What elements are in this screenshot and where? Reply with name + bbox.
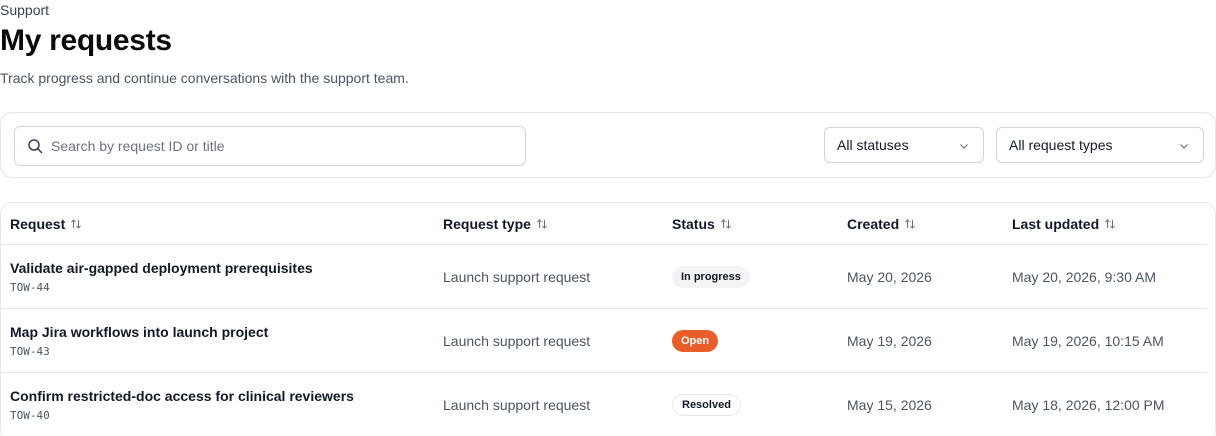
created-date: May 20, 2026 bbox=[847, 269, 932, 285]
request-id: TOW-44 bbox=[10, 281, 50, 294]
column-header-last-updated[interactable]: Last updated bbox=[1012, 216, 1116, 232]
table-row[interactable]: Map Jira workflows into launch project T… bbox=[1, 309, 1206, 373]
table-row[interactable]: Validate air-gapped deployment prerequis… bbox=[1, 245, 1206, 309]
request-type-filter-value: All request types bbox=[1009, 137, 1113, 153]
sort-icon bbox=[905, 219, 915, 229]
created-date: May 19, 2026 bbox=[847, 333, 932, 349]
request-type: Launch support request bbox=[443, 269, 591, 285]
status-badge: Resolved bbox=[672, 394, 741, 416]
request-title[interactable]: Validate air-gapped deployment prerequis… bbox=[10, 260, 313, 276]
request-title[interactable]: Confirm restricted-doc access for clinic… bbox=[10, 388, 354, 404]
search-input[interactable] bbox=[51, 138, 525, 154]
table-row[interactable]: Confirm restricted-doc access for clinic… bbox=[1, 373, 1206, 436]
request-id: TOW-43 bbox=[10, 345, 50, 358]
request-type: Launch support request bbox=[443, 333, 591, 349]
created-date: May 15, 2026 bbox=[847, 397, 932, 413]
request-type: Launch support request bbox=[443, 397, 591, 413]
column-header-status[interactable]: Status bbox=[672, 216, 732, 232]
column-header-created[interactable]: Created bbox=[847, 216, 916, 232]
request-title[interactable]: Map Jira workflows into launch project bbox=[10, 324, 268, 340]
chevron-down-icon bbox=[960, 144, 968, 149]
chevron-down-icon bbox=[1180, 144, 1188, 149]
page-title: My requests bbox=[0, 24, 172, 57]
last-updated-date: May 20, 2026, 9:30 AM bbox=[1012, 269, 1156, 285]
column-header-request[interactable]: Request bbox=[10, 216, 82, 232]
page-subtitle: Track progress and continue conversation… bbox=[0, 70, 409, 86]
last-updated-date: May 19, 2026, 10:15 AM bbox=[1012, 333, 1164, 349]
search-box[interactable] bbox=[14, 126, 526, 166]
status-badge: Open bbox=[672, 330, 719, 352]
table-header: Request Request type Status Created Last… bbox=[1, 203, 1206, 245]
status-filter-value: All statuses bbox=[837, 137, 909, 153]
sort-icon bbox=[71, 219, 82, 229]
status-filter-select[interactable]: All statuses bbox=[824, 127, 984, 163]
status-badge: In progress bbox=[672, 266, 750, 288]
sort-icon bbox=[720, 219, 731, 229]
request-type-filter-select[interactable]: All request types bbox=[996, 127, 1204, 163]
column-header-request-type[interactable]: Request type bbox=[443, 216, 548, 232]
search-icon bbox=[28, 139, 43, 154]
requests-table: Request Request type Status Created Last… bbox=[0, 202, 1216, 436]
request-id: TOW-40 bbox=[10, 409, 50, 422]
page-eyebrow: Support bbox=[0, 2, 50, 18]
sort-icon bbox=[537, 219, 547, 229]
last-updated-date: May 18, 2026, 12:00 PM bbox=[1012, 397, 1165, 413]
sort-icon bbox=[1105, 219, 1115, 229]
filter-bar: All statuses All request types bbox=[0, 112, 1216, 178]
